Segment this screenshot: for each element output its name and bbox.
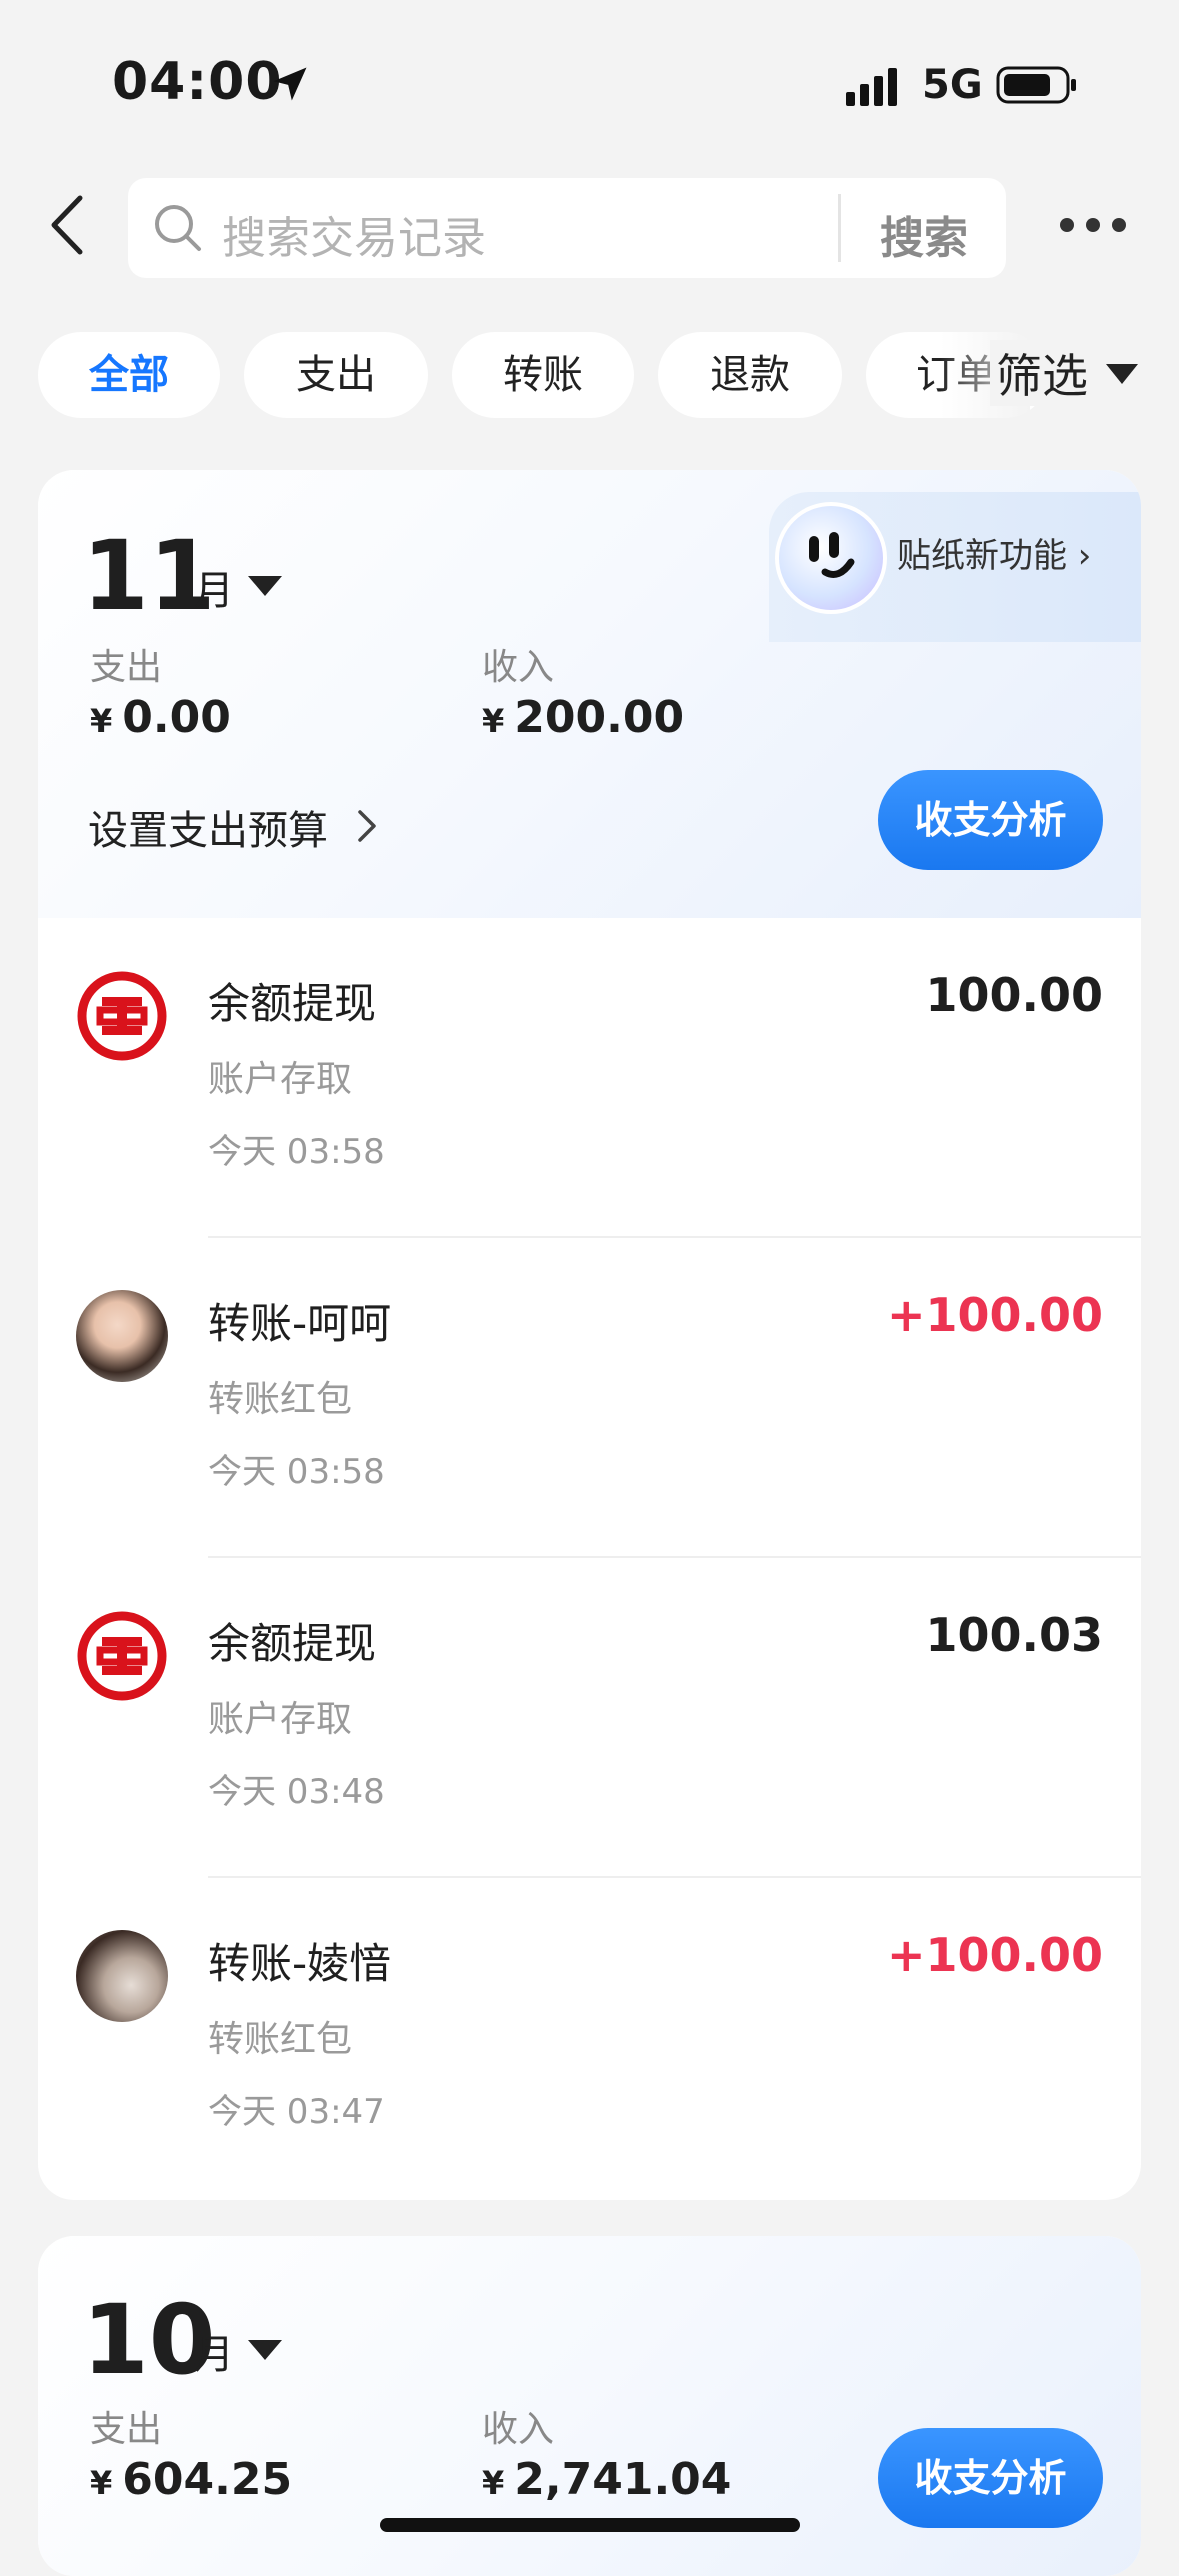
income-expense-analysis-button[interactable]: 收支分析 (878, 770, 1103, 870)
network-type: 5G (922, 62, 983, 108)
month-card-november: 贴纸新功能 › 11 月 支出 ¥0.00 收入 ¥200.00 设置支出预算 … (38, 470, 1141, 2200)
transaction-row[interactable]: 余额提现 账户存取 今天 03:48 100.03 (38, 1558, 1141, 1878)
search-input[interactable]: 搜索交易记录 (222, 202, 486, 266)
transaction-amount: 100.00 (925, 968, 1103, 1022)
income-expense-analysis-button[interactable]: 收支分析 (878, 2428, 1103, 2528)
month-unit: 月 (194, 2332, 234, 2378)
transaction-row[interactable]: 转账-婈愔 转账红包 今天 03:47 +100.00 (38, 1878, 1141, 2198)
expense-amount: ¥604.25 (90, 2454, 293, 2505)
search-bar[interactable]: 搜索交易记录 搜索 (128, 178, 1006, 278)
transaction-title: 转账-婈愔 (208, 1939, 392, 1988)
smile-icon (809, 532, 855, 578)
transaction-row[interactable]: 转账-呵呵 转账红包 今天 03:58 +100.00 (38, 1238, 1141, 1558)
transaction-amount: +100.00 (886, 1288, 1103, 1342)
income-label: 收入 (482, 2409, 555, 2450)
location-arrow-icon (273, 67, 307, 101)
sticker-face-icon (775, 502, 887, 614)
income-label: 收入 (482, 647, 555, 688)
search-divider (838, 194, 841, 262)
month-unit: 月 (194, 568, 234, 614)
user-avatar (76, 1290, 168, 1382)
tab-transfer[interactable]: 转账 (452, 332, 634, 418)
month-picker-icon[interactable] (248, 2340, 282, 2360)
more-options-icon[interactable] (1060, 210, 1130, 240)
filter-button[interactable]: 筛选 (990, 340, 1088, 406)
battery-icon (996, 66, 1076, 104)
transaction-category: 转账红包 (208, 2019, 353, 2060)
transaction-category: 转账红包 (208, 1379, 353, 1420)
transaction-category: 账户存取 (208, 1699, 353, 1740)
transaction-title: 转账-呵呵 (208, 1299, 392, 1348)
transaction-time: 今天 03:58 (208, 1132, 385, 1172)
transaction-title: 余额提现 (208, 1619, 377, 1668)
tab-refund[interactable]: 退款 (658, 332, 842, 418)
tab-all[interactable]: 全部 (38, 332, 220, 418)
home-indicator[interactable] (380, 2518, 800, 2532)
transaction-time: 今天 03:47 (208, 2092, 385, 2132)
search-button[interactable]: 搜索 (880, 202, 968, 266)
expense-label: 支出 (90, 2409, 163, 2450)
cellular-signal-icon (846, 68, 897, 106)
filter-dropdown-icon[interactable] (1106, 364, 1138, 384)
set-budget-link[interactable]: 设置支出预算 (88, 798, 328, 856)
sticker-feature-banner[interactable]: 贴纸新功能 › (769, 492, 1141, 642)
transaction-category: 账户存取 (208, 1059, 353, 1100)
tab-expense[interactable]: 支出 (244, 332, 428, 418)
search-icon (155, 205, 201, 251)
transaction-row[interactable]: 余额提现 账户存取 今天 03:58 100.00 (38, 918, 1141, 1238)
transaction-time: 今天 03:48 (208, 1772, 385, 1812)
chevron-right-icon (358, 810, 376, 842)
status-time: 04:00 (112, 52, 283, 112)
sticker-feature-label: 贴纸新功能 › (897, 536, 1092, 576)
transaction-amount: +100.00 (886, 1928, 1103, 1982)
icbc-logo-icon (76, 1610, 168, 1702)
month-picker-icon[interactable] (248, 576, 282, 596)
transaction-title: 余额提现 (208, 979, 377, 1028)
transaction-amount: 100.03 (925, 1608, 1103, 1662)
income-amount: ¥2,741.04 (482, 2454, 732, 2505)
expense-amount: ¥0.00 (90, 692, 231, 743)
income-amount: ¥200.00 (482, 692, 685, 743)
user-avatar (76, 1930, 168, 2022)
transaction-time: 今天 03:58 (208, 1452, 385, 1492)
icbc-logo-icon (76, 970, 168, 1062)
expense-label: 支出 (90, 647, 163, 688)
back-arrow-icon[interactable] (40, 190, 100, 260)
